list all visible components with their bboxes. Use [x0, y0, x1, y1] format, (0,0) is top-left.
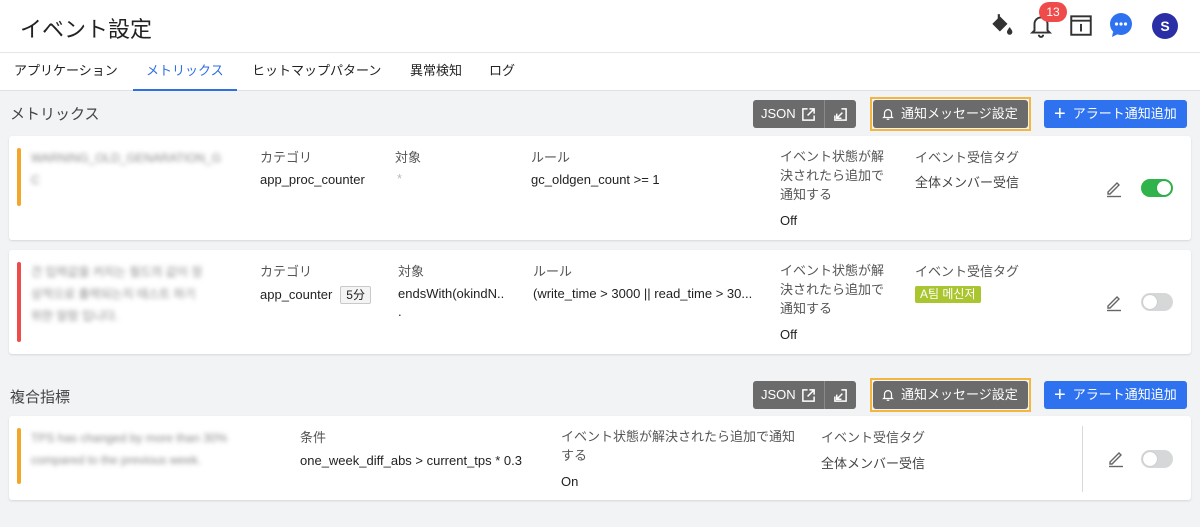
enable-toggle[interactable]	[1141, 293, 1173, 311]
enable-toggle[interactable]	[1141, 179, 1173, 197]
json-button-group: JSON	[753, 381, 856, 409]
rule-value: (write_time > 3000 || read_time > 30...	[533, 286, 753, 301]
category-label: カテゴリ	[260, 264, 313, 279]
event-tag-label: イベント受信タグ	[915, 150, 1020, 165]
resolved-notify-value: Off	[780, 213, 798, 228]
toggle-knob	[1143, 295, 1157, 309]
category-text: app_counter	[260, 287, 333, 302]
resolved-notify-label: イベント状態が解決されたら追加で通知 する	[561, 429, 796, 463]
resolved-notify-label: イベント状態が解 決されたら追加で 通知する	[780, 149, 885, 202]
category-label: カテゴリ	[260, 150, 313, 165]
json-label: JSON	[761, 387, 796, 402]
external-link-icon	[801, 107, 815, 121]
target-label: 対象	[395, 150, 422, 165]
event-tag-chip: A팀 메신저	[915, 286, 981, 303]
page-title: イベント設定	[20, 17, 153, 42]
plus-icon: +	[1054, 103, 1066, 125]
rule-label: ルール	[533, 264, 573, 279]
status-stripe	[17, 262, 21, 342]
tab-metrics[interactable]: メトリックス	[133, 53, 237, 91]
json-import-button[interactable]	[824, 100, 856, 128]
interval-chip: 5分	[340, 286, 371, 304]
bell-icon	[882, 109, 894, 120]
tab-log[interactable]: ログ	[489, 53, 515, 91]
notification-count-badge: 13	[1039, 2, 1067, 22]
metrics-section-title: メトリックス	[10, 106, 100, 123]
alert-name: WARNING_OLD_GENARATION_G C	[31, 151, 222, 187]
notify-label: 通知メッセージ設定	[901, 106, 1018, 121]
add-alert-label: アラート通知追加	[1072, 106, 1177, 121]
resolved-notify-value: Off	[780, 327, 798, 342]
tab-bar: アプリケーション メトリックス ヒットマップパターン 異常検知 ログ	[0, 53, 1200, 91]
target-value: endsWith(okindN..	[398, 286, 505, 301]
condition-label: 条件	[300, 430, 327, 445]
tab-hitmap-pattern[interactable]: ヒットマップパターン	[252, 53, 381, 91]
import-icon	[833, 388, 847, 402]
rule-label: ルール	[531, 150, 571, 165]
target-value-extra: .	[398, 304, 402, 319]
column-divider	[1082, 426, 1083, 492]
notify-message-highlight: 通知メッセージ設定	[870, 378, 1031, 412]
metric-row-2: 건 입력값을 커지는 필드의 값이 정 상적으로 출력되는지 테스트 하기 위한…	[9, 250, 1191, 354]
json-export-button[interactable]: JSON	[753, 381, 824, 409]
tab-anomaly-detection[interactable]: 異常検知	[410, 53, 462, 91]
json-label: JSON	[761, 106, 796, 121]
composite-row-1: TPS has changed by more than 30% compare…	[9, 416, 1191, 500]
json-export-button[interactable]: JSON	[753, 100, 824, 128]
condition-value: one_week_diff_abs > current_tps * 0.3	[300, 453, 522, 468]
tab-application[interactable]: アプリケーション	[14, 53, 118, 91]
edit-pencil-icon[interactable]	[1106, 448, 1126, 468]
alert-name: 건 입력값을 커지는 필드의 값이 정 상적으로 출력되는지 테스트 하기 위한…	[31, 265, 203, 323]
enable-toggle[interactable]	[1141, 450, 1173, 468]
notify-message-settings-button[interactable]: 通知メッセージ設定	[873, 100, 1028, 128]
notify-message-highlight: 通知メッセージ設定	[870, 97, 1031, 131]
json-button-group: JSON	[753, 100, 856, 128]
toggle-knob	[1157, 181, 1171, 195]
bell-icon	[882, 390, 894, 401]
notify-message-settings-button[interactable]: 通知メッセージ設定	[873, 381, 1028, 409]
plus-icon: +	[1054, 384, 1066, 406]
rule-value: gc_oldgen_count >= 1	[531, 172, 660, 187]
add-alert-button[interactable]: + アラート通知追加	[1044, 381, 1187, 409]
status-stripe	[17, 428, 21, 484]
add-alert-button[interactable]: + アラート通知追加	[1044, 100, 1187, 128]
notice-board-icon[interactable]	[1068, 12, 1094, 38]
resolved-notify-value: On	[561, 474, 579, 489]
add-alert-label: アラート通知追加	[1072, 387, 1177, 402]
category-value: app_proc_counter	[260, 172, 365, 187]
avatar[interactable]: S	[1152, 13, 1178, 39]
edit-pencil-icon[interactable]	[1104, 178, 1124, 198]
event-tag-value: 全体メンバー受信	[821, 456, 926, 471]
edit-pencil-icon[interactable]	[1104, 292, 1124, 312]
event-tag-label: イベント受信タグ	[915, 264, 1020, 279]
top-bar: イベント設定 13 S	[0, 0, 1200, 53]
import-icon	[833, 107, 847, 121]
alert-name: TPS has changed by more than 30% compare…	[31, 431, 228, 467]
json-import-button[interactable]	[824, 381, 856, 409]
toggle-knob	[1143, 452, 1157, 466]
resolved-notify-label: イベント状態が解 決されたら追加で 通知する	[780, 263, 885, 316]
category-value: app_counter 5分	[260, 286, 371, 304]
metric-row-1: WARNING_OLD_GENARATION_G C カテゴリ app_proc…	[9, 136, 1191, 240]
event-tag-label: イベント受信タグ	[821, 430, 926, 445]
chat-icon[interactable]	[1108, 12, 1134, 38]
target-label: 対象	[398, 264, 425, 279]
status-stripe	[17, 148, 21, 206]
notify-label: 通知メッセージ設定	[901, 387, 1018, 402]
target-value: *	[397, 171, 403, 186]
paint-bucket-icon[interactable]	[988, 12, 1014, 38]
external-link-icon	[801, 388, 815, 402]
composite-section-title: 複合指標	[10, 389, 71, 406]
event-tag-value: 全体メンバー受信	[915, 175, 1020, 190]
